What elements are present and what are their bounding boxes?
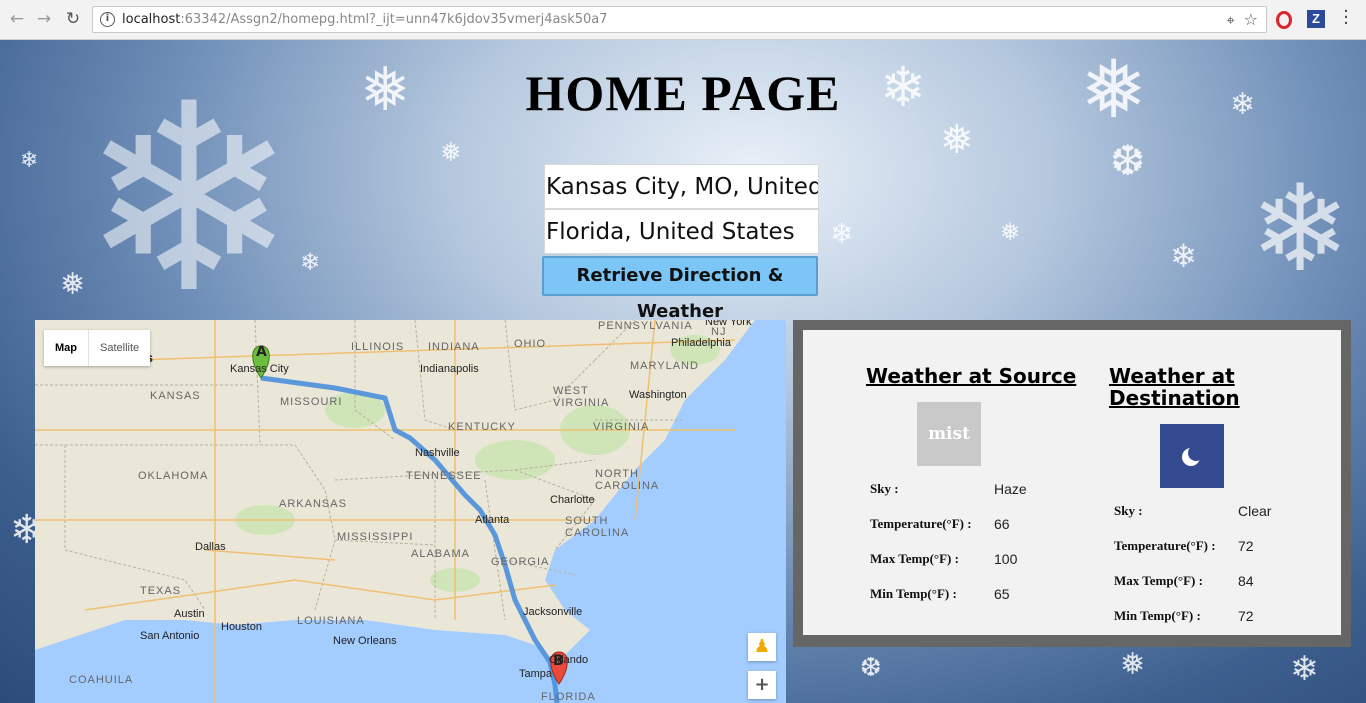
bookmark-star-icon[interactable]: ☆ [1244,10,1258,29]
map-label: PENNSYLVANIA [598,320,693,332]
snowflake-icon: ❅ [60,267,86,302]
mist-icon: mist [917,402,981,466]
map-label: ILLINOIS [351,341,405,353]
page-title: HOME PAGE [525,65,841,121]
map-label: FLORIDA [541,691,596,703]
map-label: San Antonio [140,630,200,642]
destination-temp-label: Temperature(°F) : [1114,538,1216,553]
map-label: Charlotte [550,494,595,506]
source-temp-label: Temperature(°F) : [870,516,972,531]
map-type-satellite-button[interactable]: Satellite [89,330,150,366]
snowflake-icon: ❄ [1170,237,1197,275]
map-label: Austin [174,608,205,620]
url-path: :63342/Assgn2/homepg.html?_ijt=unn47k6jd… [180,12,608,27]
map-label: MISSOURI [280,396,343,408]
info-icon[interactable]: i [100,12,115,27]
browser-toolbar: ← → ↻ i localhost:63342/Assgn2/homepg.ht… [0,0,1366,40]
snowflake-icon: ❄ [20,148,39,173]
map-label: Orlando [549,654,589,666]
map-label: MISSISSIPPI [337,531,414,543]
retrieve-direction-weather-button[interactable]: Retrieve Direction & Weather [542,256,818,322]
source-max-temp-value: 100 [994,551,1018,567]
z-extension-icon[interactable]: Z [1307,10,1325,28]
source-temp-value: 66 [994,516,1010,532]
snowflake-icon: ❄ [830,217,854,250]
map-label: OHIO [514,338,547,350]
map-label: OKLAHOMA [138,470,209,482]
source-sky-value: Haze [994,481,1027,497]
destination-max-temp-value: 84 [1238,573,1254,589]
location-icon[interactable]: ⌖ [1227,11,1235,29]
url-text[interactable]: localhost:63342/Assgn2/homepg.html?_ijt=… [122,12,608,27]
source-min-temp-label: Min Temp(°F) : [870,586,957,601]
map-label: Nashville [415,447,460,459]
map-label: TENNESSEE [406,470,482,482]
reload-icon[interactable]: ↻ [62,8,84,30]
map-label: Dallas [195,541,226,553]
route-map[interactable]: A B PENNSYLVANIA New York NJ Philadelphi… [35,320,786,703]
snowflake-icon: ❆ [860,653,882,683]
map-label: NORTH CAROLINA [595,468,660,492]
destination-min-temp-value: 72 [1238,608,1254,624]
source-min-temp-value: 65 [994,586,1010,602]
browser-menu-icon[interactable]: · · · [1340,3,1352,33]
source-sky-label: Sky : [870,481,899,496]
destination-weather-title: Weather at Destination [1109,364,1240,410]
map-type-map-button[interactable]: Map [44,330,89,366]
source-max-temp-label: Max Temp(°F) : [870,551,959,566]
zoom-in-button[interactable]: + [748,671,776,699]
source-input[interactable] [544,164,819,209]
map-label: TEXAS [140,585,182,597]
map-label: Indianapolis [420,363,479,375]
snowflake-icon: ❅ [940,117,974,163]
map-label: Houston [221,621,262,633]
address-bar[interactable]: i localhost:63342/Assgn2/homepg.html?_ij… [92,6,1267,33]
map-label: KANSAS [150,390,201,402]
map-label: Tampa [519,668,553,680]
destination-input[interactable] [544,209,819,254]
map-label: Kansas City [230,363,289,375]
snowflake-icon: ❄ [1250,160,1351,299]
weather-panel: Weather at Source mist Sky : Haze Temper… [793,320,1351,647]
map-label: New Orleans [333,635,397,647]
opera-extension-icon[interactable] [1276,11,1292,29]
map-type-control: Map Satellite [44,330,151,366]
map-label: MARYLAND [630,360,699,372]
forward-arrow-icon[interactable]: → [33,8,55,30]
map-label: ARKANSAS [279,498,347,510]
snowflake-icon: ❆ [1110,136,1146,185]
destination-min-temp-label: Min Temp(°F) : [1114,608,1201,623]
snowflake-icon: ❄ [300,248,321,276]
map-label: SOUTH CAROLINA [565,515,630,539]
map-label: COAHUILA [69,674,134,686]
map-label: KENTUCKY [448,421,516,433]
map-label: INDIANA [428,341,480,353]
source-weather-title: Weather at Source [866,364,1077,388]
page-body: ❄ ❅ ❄ ❅ ❄ ❅ ❄ ❆ ❄ ❅ ❄ ❅ ❄ ❅ ❄ ❄ ❅ ❄ ❆ HO… [0,40,1366,703]
destination-temp-value: 72 [1238,538,1254,554]
marker-a-label[interactable]: A [256,344,267,360]
snowflake-icon: ❄ [1290,649,1319,689]
snowflake-icon: ❅ [1120,647,1146,682]
map-label: VIRGINIA [593,421,650,433]
pegman-icon[interactable]: ♟ [748,633,776,661]
destination-sky-label: Sky : [1114,503,1143,518]
url-host: localhost [122,12,181,27]
back-arrow-icon[interactable]: ← [6,8,28,30]
snowflake-icon: ❅ [440,138,462,168]
map-label: Philadelphia [671,337,731,349]
map-label: Jacksonville [523,606,583,618]
map-label: WEST VIRGINIA [553,385,610,409]
moon-icon [1160,424,1224,488]
destination-sky-value: Clear [1238,503,1272,519]
map-graphic [35,320,786,703]
weather-content: Weather at Source mist Sky : Haze Temper… [803,330,1341,635]
map-label: Washington [629,389,687,401]
destination-max-temp-label: Max Temp(°F) : [1114,573,1203,588]
snowflake-icon: ❅ [1000,218,1021,246]
map-label: ALABAMA [411,548,470,560]
map-label: LOUISIANA [297,615,365,627]
map-label: GEORGIA [491,556,550,568]
map-label: Atlanta [475,514,510,526]
